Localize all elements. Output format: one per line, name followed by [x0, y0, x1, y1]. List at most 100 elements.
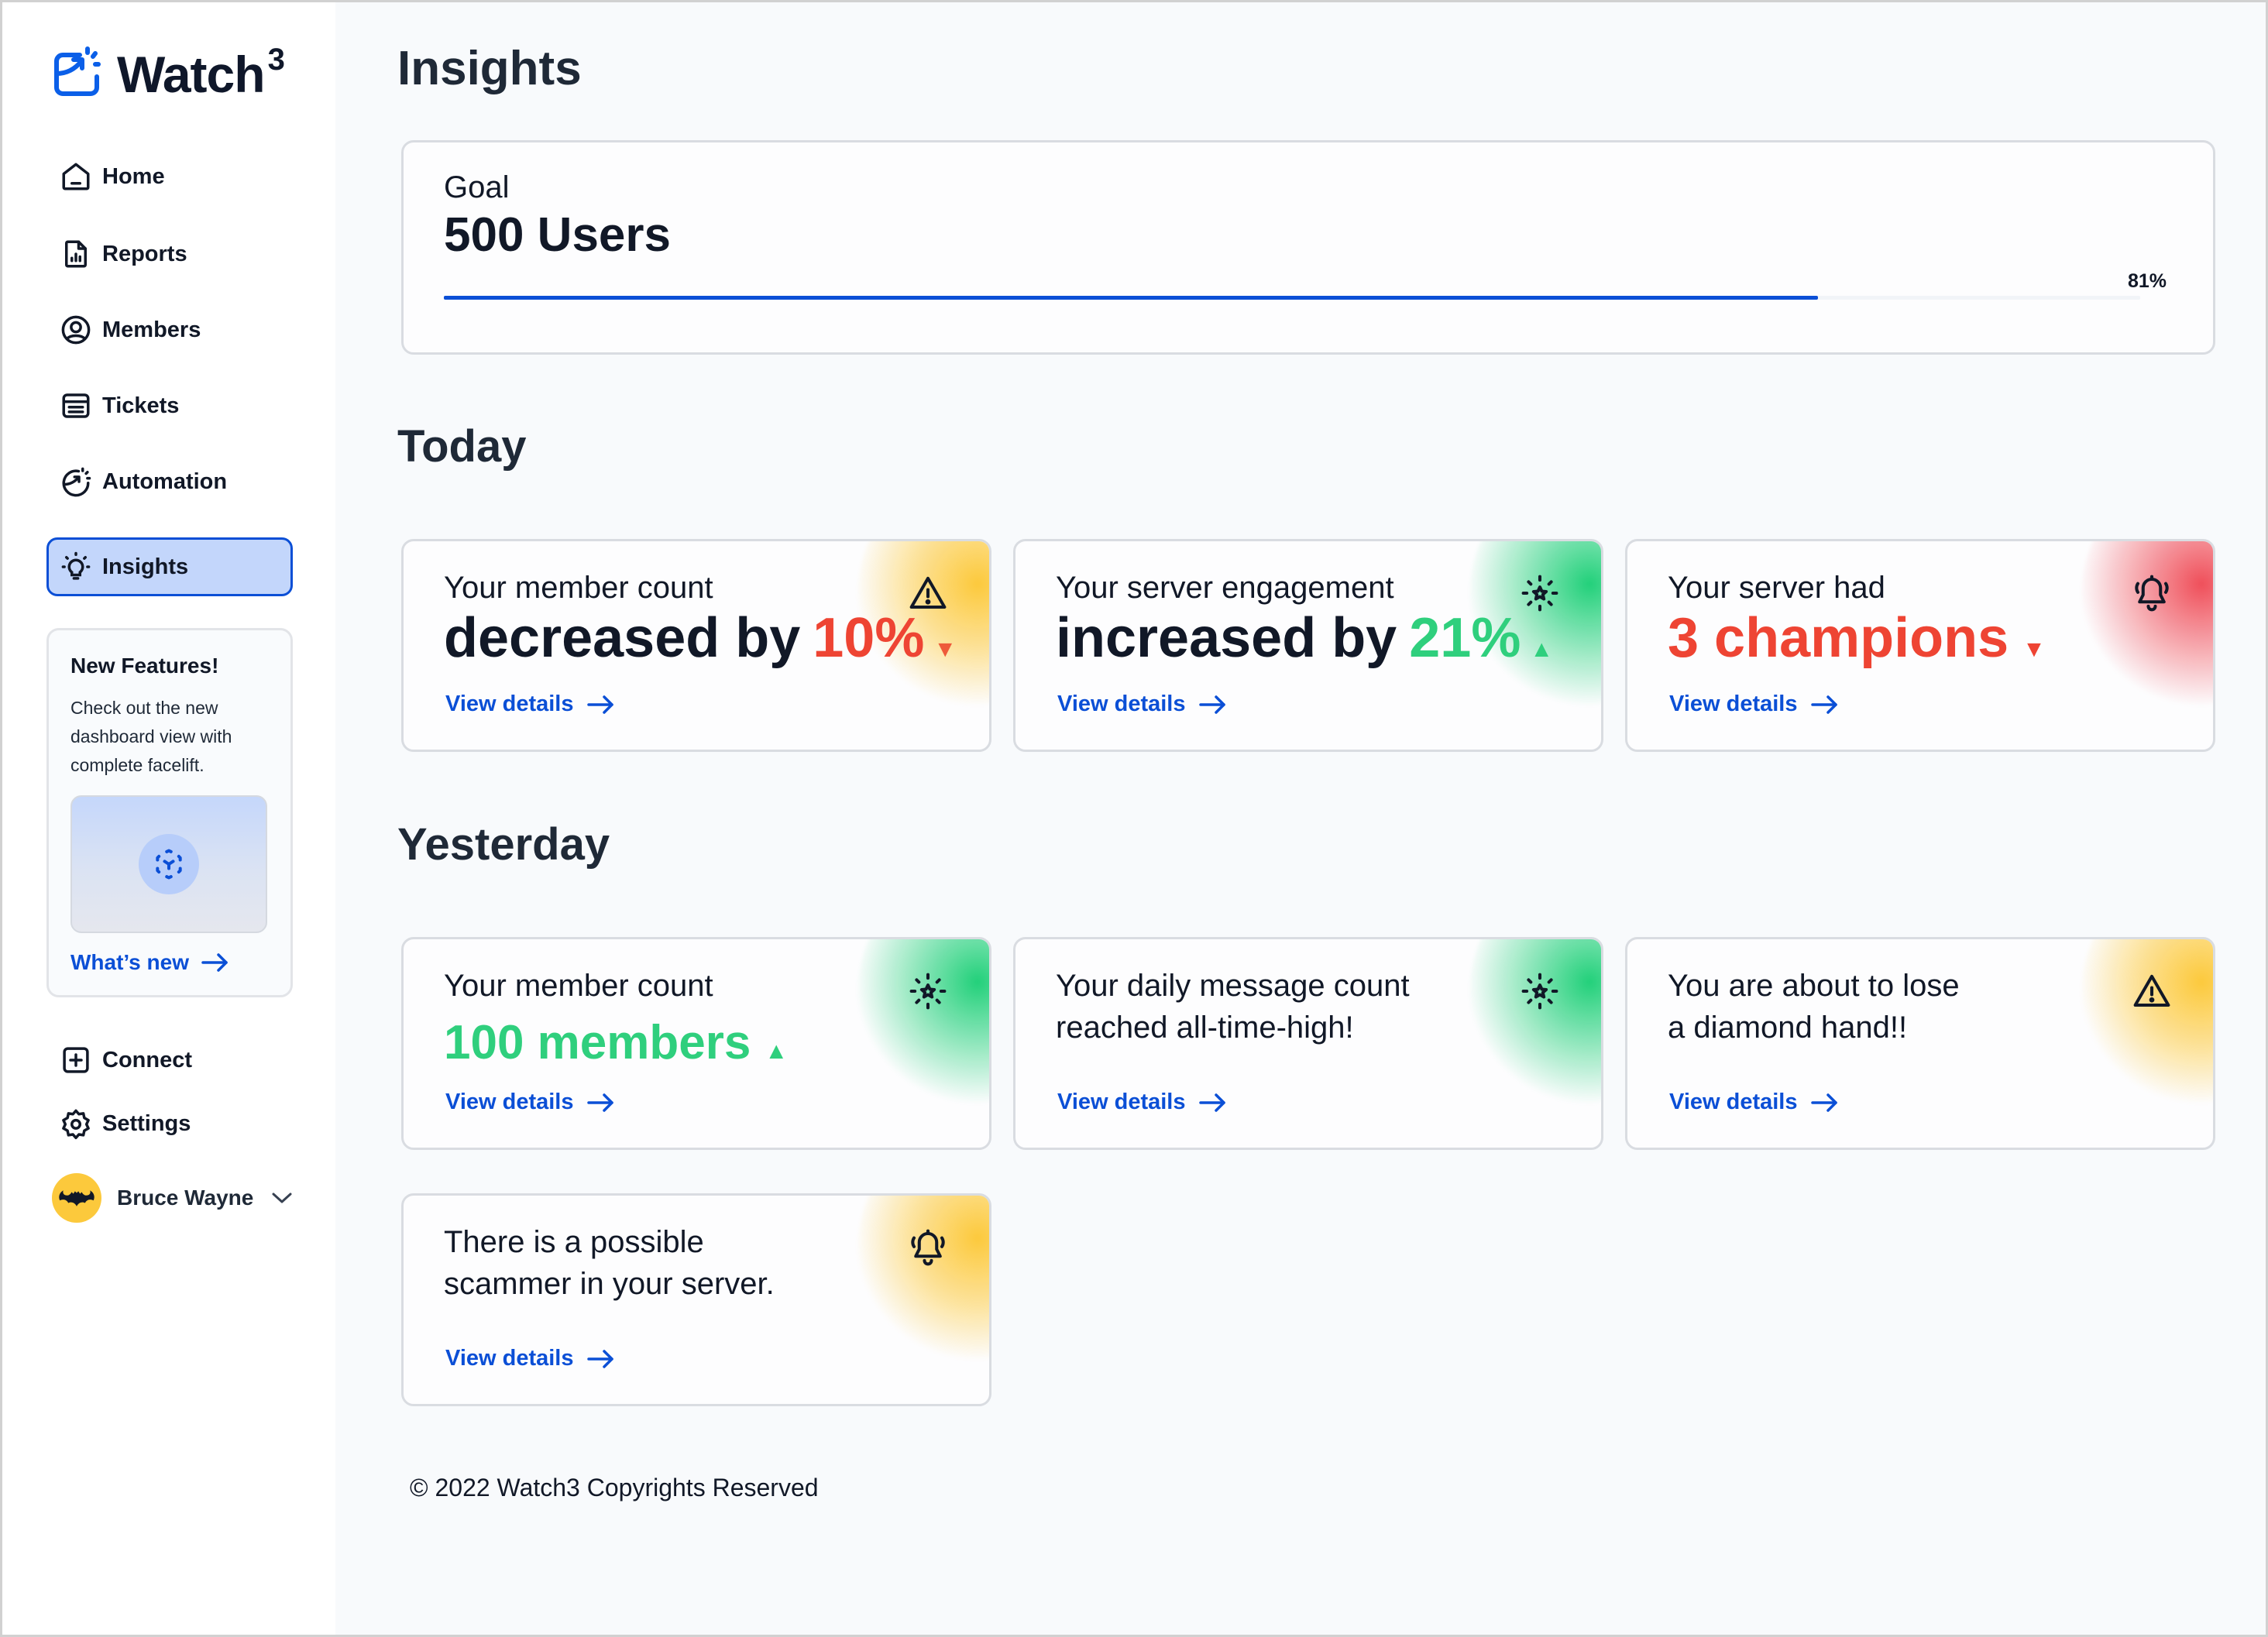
report-icon	[59, 237, 93, 271]
sidebar-item-insights[interactable]: Insights	[46, 537, 293, 596]
arrow-right-icon	[586, 1093, 613, 1112]
card-glow	[2081, 939, 2213, 1110]
goal-label: Goal	[444, 170, 510, 204]
sidebar-item-label: Connect	[102, 1047, 192, 1072]
sidebar-item-tickets[interactable]: Tickets	[46, 381, 293, 431]
gear-icon	[59, 1107, 93, 1141]
arrow-right-icon	[1198, 1093, 1225, 1112]
sparkle-star-icon	[907, 970, 949, 1012]
sidebar-item-settings[interactable]: Settings	[46, 1099, 293, 1148]
card-headline: 100 members ▲	[444, 1015, 788, 1070]
warning-icon	[2131, 970, 2173, 1012]
card-glow	[1469, 939, 1601, 1110]
view-details-link[interactable]: View details	[445, 692, 617, 717]
cube-scan-icon	[139, 834, 199, 894]
card-text: Your member count	[444, 969, 713, 1003]
insight-card: Your member count decreased by 10% ▼ Vie…	[401, 539, 991, 752]
card-metric: 100 members	[444, 1016, 751, 1069]
whats-new-link[interactable]: What’s new	[70, 950, 269, 975]
automation-icon	[59, 465, 93, 499]
trend-up-icon: ▲	[1530, 637, 1554, 662]
goal-progress-bar	[444, 296, 2140, 300]
sidebar-item-members[interactable]: Members	[46, 305, 293, 355]
sidebar-item-home[interactable]: Home	[46, 152, 293, 201]
sparkle-star-icon	[1519, 970, 1561, 1012]
sidebar-item-label: Settings	[102, 1110, 191, 1136]
ticket-icon	[59, 389, 93, 423]
card-text: There is a possible	[444, 1225, 704, 1259]
home-icon	[59, 160, 93, 194]
app-name: Watch 3	[117, 42, 285, 103]
card-text: You are about to lose	[1668, 969, 1960, 1003]
insight-card: You are about to lose a diamond hand!! V…	[1625, 937, 2215, 1150]
app-window: Watch 3 Home Reports Members Tickets Aut…	[0, 0, 2268, 1637]
user-menu[interactable]: Bruce Wayne	[52, 1173, 294, 1223]
avatar	[52, 1173, 101, 1223]
logo[interactable]: Watch 3	[49, 42, 285, 104]
chevron-down-icon	[272, 1193, 292, 1203]
trend-down-icon: ▼	[2022, 637, 2046, 662]
insight-card: There is a possible scammer in your serv…	[401, 1193, 991, 1406]
card-glow	[857, 939, 989, 1110]
insight-card: Your server had 3 champions ▼ View detai…	[1625, 539, 2215, 752]
view-details-link[interactable]: View details	[1669, 692, 1841, 717]
footer-copyright: © 2022 Watch3 Copyrights Reserved	[410, 1474, 819, 1501]
view-details-link[interactable]: View details	[1057, 692, 1229, 717]
card-text: Your server engagement	[1056, 571, 1394, 605]
goal-progress-fill	[444, 296, 1818, 300]
arrow-right-icon	[586, 695, 613, 714]
view-details-link[interactable]: View details	[445, 1346, 617, 1371]
sidebar-item-label: Home	[102, 163, 165, 189]
user-name: Bruce Wayne	[117, 1186, 254, 1210]
card-glow	[857, 1196, 989, 1366]
lightbulb-icon	[59, 550, 93, 584]
card-text: Your member count	[444, 571, 713, 605]
new-features-card: New Features! Check out the new dashboar…	[46, 628, 293, 997]
sidebar-item-connect[interactable]: Connect	[46, 1035, 293, 1085]
card-headline: increased by 21% ▲	[1056, 607, 1554, 669]
card-text: Your server had	[1668, 571, 1885, 605]
view-details-link[interactable]: View details	[1057, 1090, 1229, 1115]
sidebar-item-automation[interactable]: Automation	[46, 457, 293, 506]
sidebar-item-label: Members	[102, 317, 201, 342]
goal-card: Goal 500 Users 81%	[401, 140, 2215, 355]
goal-progress-label: 81%	[2127, 270, 2167, 292]
trend-down-icon: ▼	[933, 637, 957, 662]
section-title-today: Today	[397, 421, 527, 472]
goal-value: 500 Users	[444, 208, 672, 262]
page-title: Insights	[397, 42, 582, 95]
card-metric: 3 champions	[1668, 607, 2009, 669]
logo-icon	[49, 44, 105, 104]
bell-ring-icon	[2131, 572, 2173, 614]
insight-card: Your member count 100 members ▲ View det…	[401, 937, 991, 1150]
card-text: Your daily message count	[1056, 969, 1410, 1003]
sidebar-item-reports[interactable]: Reports	[46, 229, 293, 279]
bat-logo-icon	[59, 1190, 94, 1206]
trend-up-icon: ▲	[765, 1038, 789, 1064]
card-metric: 10%	[813, 607, 925, 669]
user-circle-icon	[59, 313, 93, 347]
arrow-right-icon	[201, 953, 228, 972]
arrow-right-icon	[1810, 695, 1837, 714]
arrow-right-icon	[1198, 695, 1225, 714]
sidebar-item-label: Automation	[102, 468, 228, 494]
card-text: scammer in your server.	[444, 1267, 775, 1301]
card-text: a diamond hand!!	[1668, 1011, 1908, 1045]
card-text: reached all-time-high!	[1056, 1011, 1354, 1045]
arrow-right-icon	[586, 1349, 613, 1368]
feature-preview[interactable]	[70, 795, 267, 933]
view-details-link[interactable]: View details	[1669, 1090, 1841, 1115]
arrow-right-icon	[1810, 1093, 1837, 1112]
sidebar-item-label: Tickets	[102, 393, 180, 418]
view-details-link[interactable]: View details	[445, 1090, 617, 1115]
card-glow	[2081, 541, 2213, 712]
sidebar-item-label: Reports	[102, 241, 187, 266]
feature-description: Check out the new dashboard view with co…	[70, 698, 232, 775]
insight-card: Your server engagement increased by 21% …	[1013, 539, 1603, 752]
card-headline: decreased by 10% ▼	[444, 607, 957, 669]
sidebar-item-label: Insights	[102, 554, 189, 579]
insight-card: Your daily message count reached all-tim…	[1013, 937, 1603, 1150]
plus-square-icon	[59, 1043, 93, 1077]
section-title-yesterday: Yesterday	[397, 819, 610, 870]
bell-ring-icon	[907, 1227, 949, 1268]
